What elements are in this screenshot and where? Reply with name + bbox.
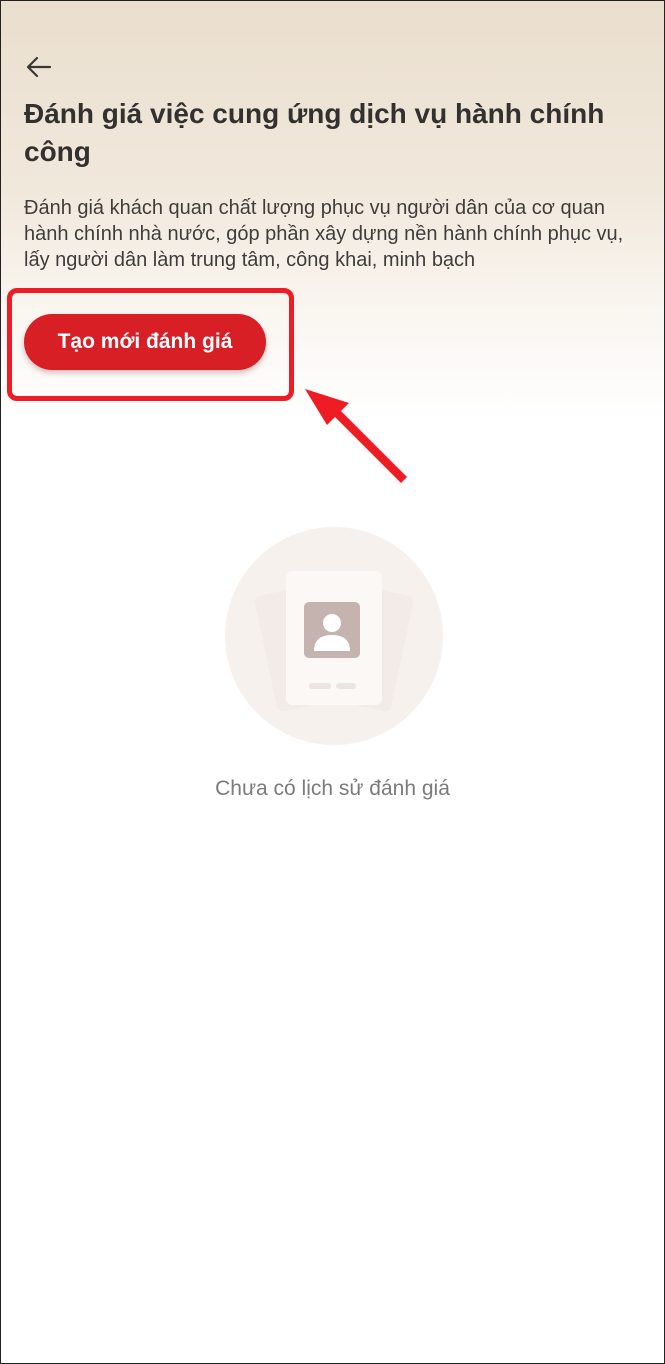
arrow-left-icon xyxy=(26,56,52,78)
back-button[interactable] xyxy=(19,47,59,87)
user-card-icon xyxy=(225,527,443,745)
page-description: Đánh giá khách quan chất lượng phục vụ n… xyxy=(24,197,624,271)
app-screen: Đánh giá việc cung ứng dịch vụ hành chín… xyxy=(0,0,665,1364)
annotation-highlight-box xyxy=(7,288,294,401)
empty-state-illustration xyxy=(225,527,443,745)
page-title: Đánh giá việc cung ứng dịch vụ hành chín… xyxy=(24,98,605,167)
empty-state-message: Chưa có lịch sử đánh giá xyxy=(215,777,450,800)
annotation-arrow-icon xyxy=(305,389,407,483)
